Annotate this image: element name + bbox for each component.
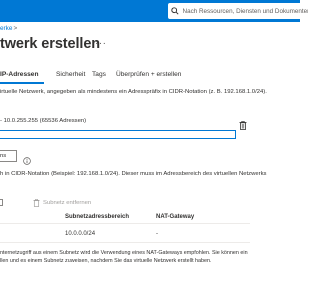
column-header-subnet-range[interactable]: Subnetzadressbereich <box>65 214 129 220</box>
global-search-input[interactable] <box>181 4 308 18</box>
address-space-description: irtuelle Netzwerk, angegeben als mindest… <box>0 89 267 95</box>
nat-gateway-note-line-2: llen und es einem Subnetz zuweisen, nach… <box>0 258 212 264</box>
tab-review-create[interactable]: Überprüfen + erstellen <box>116 71 181 78</box>
remove-subnet-label: Subnetz entfernen <box>43 199 92 206</box>
subnet-description: h in CIDR-Notation (Beispiel: 192.168.1.… <box>0 171 267 177</box>
remove-subnet-button[interactable]: Subnetz entfernen <box>33 198 91 207</box>
subnet-toolbar-checkbox[interactable] <box>0 199 3 206</box>
subnet-range-cell: 10.0.0.0/24 <box>65 231 96 237</box>
global-search-box[interactable] <box>168 3 308 19</box>
table-header-divider <box>0 223 250 224</box>
address-range-text: - 10.0.255.255 (65536 Adressen) <box>0 118 87 124</box>
search-icon <box>168 3 182 19</box>
more-options-button[interactable]: ··· <box>95 38 107 49</box>
breadcrumb-separator: > <box>13 25 18 32</box>
tab-ip-addresses[interactable]: IP-Adressen <box>0 71 38 78</box>
address-space-input[interactable] <box>0 130 236 139</box>
nat-gateway-cell: - <box>156 231 158 237</box>
active-tab-indicator <box>0 82 44 84</box>
delete-address-space-icon[interactable] <box>239 117 247 130</box>
info-icon[interactable] <box>23 152 31 165</box>
column-header-nat-gateway[interactable]: NAT-Gateway <box>156 214 194 220</box>
top-bar <box>0 0 308 22</box>
page-title: twerk erstellen <box>0 36 101 52</box>
tab-tags[interactable]: Tags <box>92 71 106 78</box>
table-row-divider <box>0 242 250 243</box>
delete-icon <box>33 198 40 207</box>
address-size-dropdown[interactable]: ns <box>0 150 17 162</box>
breadcrumb: erke> <box>0 25 17 32</box>
breadcrumb-item[interactable]: erke <box>0 25 12 32</box>
address-range-row: - 10.0.255.255 (65536 Adressen) <box>0 118 246 128</box>
nat-gateway-note-line-1: nternetzugriff aus einem Subnetz wird di… <box>0 250 248 256</box>
tab-security[interactable]: Sicherheit <box>56 71 85 78</box>
